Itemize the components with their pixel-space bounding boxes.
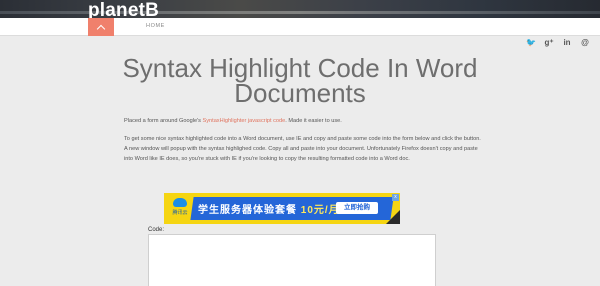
ad-slogan-text: 学生服务器体验套餐: [198, 205, 301, 216]
ad-cta-button[interactable]: 立即抢购: [336, 202, 378, 214]
nav-toggle-button[interactable]: [88, 18, 114, 36]
social-links: 🐦 g⁺ in @: [526, 38, 590, 47]
ad-slogan: 学生服务器体验套餐 10元/月: [198, 201, 340, 216]
ad-brand-logo: 腾讯云: [169, 196, 191, 218]
instructions-paragraph: To get some nice syntax highlighted code…: [124, 136, 481, 162]
ad-brand-name: 腾讯云: [172, 210, 188, 216]
cloud-icon: [173, 198, 187, 207]
intro-text-after: . Made it easier to use.: [285, 118, 342, 124]
advertisement-banner[interactable]: 腾讯云 学生服务器体验套餐 10元/月 立即抢购 x: [164, 193, 400, 224]
google-plus-icon[interactable]: g⁺: [544, 38, 554, 47]
chevron-up-icon: [96, 24, 106, 33]
intro-paragraph: Placed a form around Google's SyntaxHigh…: [124, 116, 484, 126]
ad-close-icon[interactable]: x: [392, 194, 399, 201]
header-banner: planetB: [0, 0, 600, 18]
ad-corner-fold: [386, 210, 400, 224]
intro-text-before: Placed a form around Google's: [124, 118, 203, 124]
code-label: Code:: [148, 227, 165, 233]
code-input[interactable]: [148, 234, 436, 286]
ad-price: 10元/月: [300, 205, 340, 216]
linkedin-icon[interactable]: in: [562, 38, 572, 47]
syntaxhighlighter-link[interactable]: SyntaxHighlighter javascript code: [203, 118, 286, 124]
email-icon[interactable]: @: [580, 38, 590, 47]
twitter-icon[interactable]: 🐦: [526, 38, 536, 47]
site-logo[interactable]: planetB: [88, 1, 159, 19]
nav-home-link[interactable]: HOME: [146, 23, 165, 29]
navigation-bar: HOME: [0, 18, 600, 36]
page-title: Syntax Highlight Code In Word Documents: [122, 53, 478, 108]
